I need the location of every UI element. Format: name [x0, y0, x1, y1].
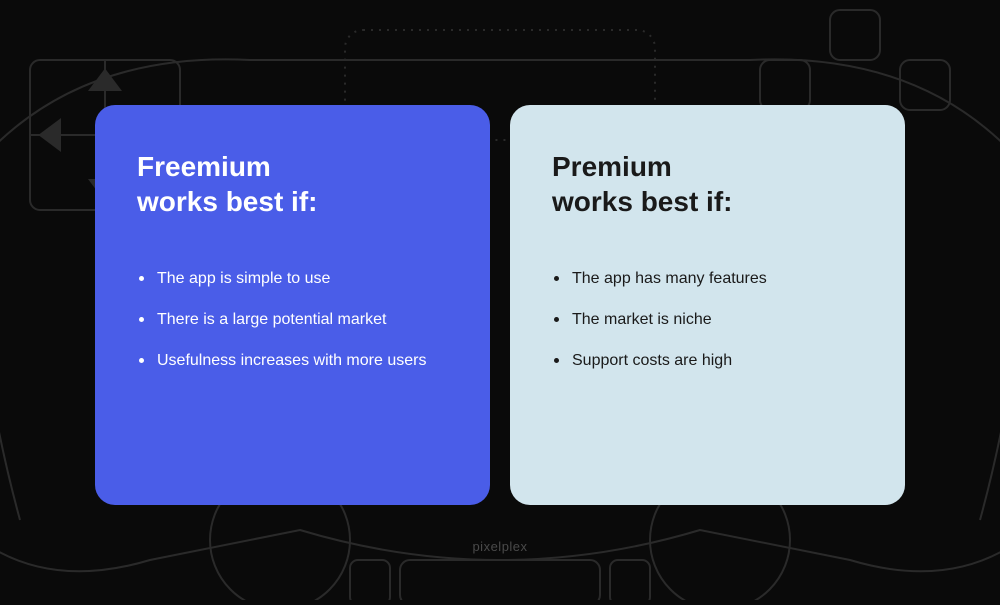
- list-item: The app is simple to use: [137, 267, 448, 290]
- premium-list: The app has many features The market is …: [552, 267, 863, 373]
- list-item: The app has many features: [552, 267, 863, 290]
- list-item: There is a large potential market: [137, 308, 448, 331]
- freemium-title: Freemium works best if:: [137, 149, 448, 219]
- freemium-title-line1: Freemium: [137, 151, 271, 182]
- freemium-card: Freemium works best if: The app is simpl…: [95, 105, 490, 505]
- list-item: Support costs are high: [552, 349, 863, 372]
- list-item: The market is niche: [552, 308, 863, 331]
- premium-title: Premium works best if:: [552, 149, 863, 219]
- premium-title-line2: works best if:: [552, 186, 732, 217]
- freemium-list: The app is simple to use There is a larg…: [137, 267, 448, 373]
- premium-title-line1: Premium: [552, 151, 672, 182]
- premium-card: Premium works best if: The app has many …: [510, 105, 905, 505]
- list-item: Usefulness increases with more users: [137, 349, 448, 372]
- cards-container: Freemium works best if: The app is simpl…: [0, 105, 1000, 505]
- watermark: pixelplex: [472, 539, 527, 554]
- freemium-title-line2: works best if:: [137, 186, 317, 217]
